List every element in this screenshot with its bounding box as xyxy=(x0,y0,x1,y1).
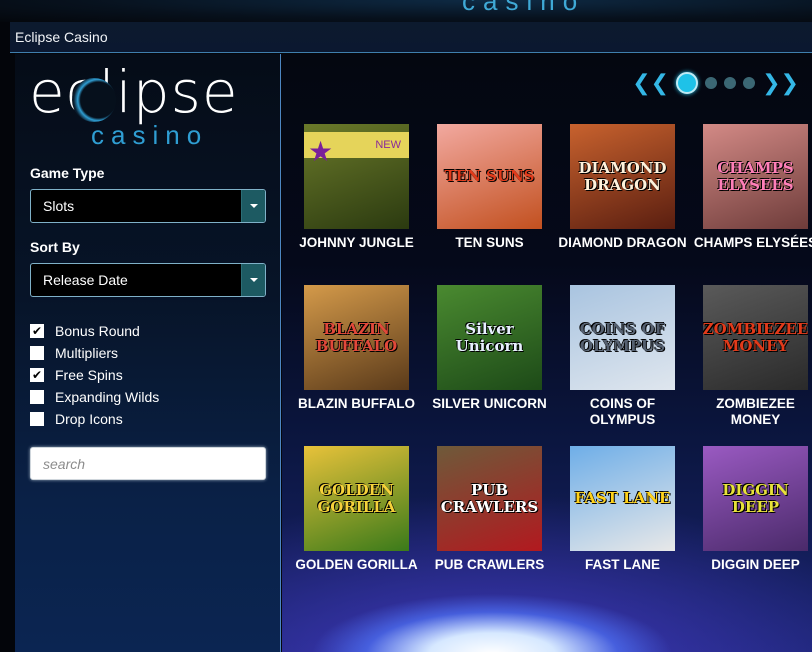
eclipse-casino-logo: eclipse casino xyxy=(29,58,269,154)
game-thumbnail[interactable]: PUB CRAWLERS xyxy=(437,446,542,551)
game-thumbnail[interactable]: GOLDEN GORILLA xyxy=(304,446,409,551)
game-thumbnail[interactable]: TEN SUNS xyxy=(437,124,542,229)
game-tile[interactable]: PUB CRAWLERS PUB CRAWLERS xyxy=(423,446,556,607)
filter-bonus-round[interactable]: ✔ Bonus Round xyxy=(30,320,159,342)
filter-label: Free Spins xyxy=(55,367,123,383)
page-dot-3[interactable] xyxy=(724,77,737,89)
sort-by-select[interactable]: Release Date xyxy=(30,263,266,297)
game-art-title: Silver Unicorn xyxy=(455,319,524,355)
game-name[interactable]: JOHNNY JUNGLE xyxy=(292,235,422,251)
caret-down-icon xyxy=(249,278,258,282)
game-art-title: GOLDEN GORILLA xyxy=(317,480,396,516)
game-name[interactable]: SILVER UNICORN xyxy=(425,396,555,412)
game-name[interactable]: DIAMOND DRAGON xyxy=(558,235,688,251)
chevron-left-icon[interactable]: ❮❮ xyxy=(632,72,669,94)
filter-expanding-wilds[interactable]: Expanding Wilds xyxy=(30,386,159,408)
filter-label: Drop Icons xyxy=(55,411,123,427)
game-art-title: PUB CRAWLERS xyxy=(440,480,539,516)
dropdown-arrow-button[interactable] xyxy=(241,264,265,296)
game-thumbnail[interactable]: FAST LANE xyxy=(570,446,675,551)
game-name[interactable]: FAST LANE xyxy=(558,557,688,573)
sidebar: eclipse casino Game Type Slots Sort By R… xyxy=(15,54,281,652)
game-thumbnail[interactable]: DIGGIN DEEP xyxy=(703,446,808,551)
top-strip: casino xyxy=(0,0,812,22)
game-art-title: TEN SUNS xyxy=(444,167,535,185)
filter-label: Expanding Wilds xyxy=(55,389,160,405)
game-art-title: DIAMOND DRAGON xyxy=(578,158,667,194)
search-input[interactable] xyxy=(30,447,266,480)
game-type-label: Game Type xyxy=(30,165,105,181)
sort-by-label: Sort By xyxy=(30,239,80,255)
feature-filters: ✔ Bonus Round Multipliers ✔ Free Spins E… xyxy=(30,320,159,430)
checkbox-checked[interactable]: ✔ xyxy=(30,324,44,338)
checkbox[interactable] xyxy=(30,390,44,404)
sort-by-value: Release Date xyxy=(43,272,128,288)
checkbox[interactable] xyxy=(30,346,44,360)
game-art-title: BLAZIN BUFFALO xyxy=(315,319,398,355)
caret-down-icon xyxy=(249,204,258,208)
game-art-title: CHAMPS ELYSEES xyxy=(717,158,794,194)
game-tile[interactable]: ZOMBIEZEE MONEY ZOMBIEZEE MONEY xyxy=(689,285,812,446)
game-name[interactable]: TEN SUNS xyxy=(425,235,555,251)
game-name[interactable]: GOLDEN GORILLA xyxy=(292,557,422,573)
game-name[interactable]: CHAMPS ELYSÉES xyxy=(691,235,812,251)
carousel-pager: ❮❮ ❯❯ xyxy=(632,72,799,94)
page-dot-1[interactable] xyxy=(676,72,699,94)
filter-multipliers[interactable]: Multipliers xyxy=(30,342,159,364)
game-thumbnail[interactable]: Silver Unicorn xyxy=(437,285,542,390)
game-tile[interactable]: COINS OF OLYMPUS COINS OF OLYMPUS xyxy=(556,285,689,446)
left-edge xyxy=(0,22,15,652)
game-thumbnail[interactable]: ZOMBIEZEE MONEY xyxy=(703,285,808,390)
game-tile[interactable]: ★ NEW JOHNNY JUNGLE xyxy=(290,124,423,285)
game-thumbnail[interactable]: BLAZIN BUFFALO xyxy=(304,285,409,390)
game-grid: ★ NEW JOHNNY JUNGLE TEN SUNS TEN SUNS DIAMOND… xyxy=(290,124,812,607)
checkbox[interactable] xyxy=(30,412,44,426)
game-name[interactable]: COINS OF OLYMPUS xyxy=(558,396,688,428)
game-tile[interactable]: Silver Unicorn SILVER UNICORN xyxy=(423,285,556,446)
game-thumbnail[interactable]: CHAMPS ELYSEES xyxy=(703,124,808,229)
game-art-title: COINS OF OLYMPUS xyxy=(579,319,666,355)
game-thumbnail[interactable]: COINS OF OLYMPUS xyxy=(570,285,675,390)
filter-label: Multipliers xyxy=(55,345,119,361)
game-name[interactable]: DIGGIN DEEP xyxy=(691,557,812,573)
badge-text: NEW xyxy=(375,138,401,151)
chevron-right-icon[interactable]: ❯❯ xyxy=(762,72,799,94)
logo-sub: casino xyxy=(91,120,209,150)
title-bar: Eclipse Casino xyxy=(10,22,812,53)
game-tile[interactable]: DIAMOND DRAGON DIAMOND DRAGON xyxy=(556,124,689,285)
game-thumbnail[interactable]: DIAMOND DRAGON xyxy=(570,124,675,229)
filter-free-spins[interactable]: ✔ Free Spins xyxy=(30,364,159,386)
game-tile[interactable]: CHAMPS ELYSEES CHAMPS ELYSÉES xyxy=(689,124,812,285)
game-tile[interactable]: GOLDEN GORILLA GOLDEN GORILLA xyxy=(290,446,423,607)
game-tile[interactable]: DIGGIN DEEP DIGGIN DEEP xyxy=(689,446,812,607)
game-tile[interactable]: FAST LANE FAST LANE xyxy=(556,446,689,607)
dropdown-arrow-button[interactable] xyxy=(241,190,265,222)
eclipse-moon-icon xyxy=(72,78,116,122)
filter-drop-icons[interactable]: Drop Icons xyxy=(30,408,159,430)
page-dot-4[interactable] xyxy=(743,77,756,89)
game-art-title: ZOMBIEZEE MONEY xyxy=(703,319,808,355)
new-badge: ★ NEW xyxy=(304,132,409,166)
logo-word: eclipse xyxy=(29,58,239,126)
game-name[interactable]: BLAZIN BUFFALO xyxy=(292,396,422,412)
page-dot-2[interactable] xyxy=(705,77,718,89)
checkbox-checked[interactable]: ✔ xyxy=(30,368,44,382)
game-name[interactable]: ZOMBIEZEE MONEY xyxy=(691,396,812,428)
game-type-select[interactable]: Slots xyxy=(30,189,266,223)
filter-label: Bonus Round xyxy=(55,323,140,339)
game-art-title: DIGGIN DEEP xyxy=(722,480,789,516)
game-tile[interactable]: BLAZIN BUFFALO BLAZIN BUFFALO xyxy=(290,285,423,446)
game-art-title: FAST LANE xyxy=(574,489,671,507)
star-icon: ★ xyxy=(308,136,334,167)
page-title: Eclipse Casino xyxy=(15,29,108,45)
game-name[interactable]: PUB CRAWLERS xyxy=(425,557,555,573)
game-lobby: ❮❮ ❯❯ ★ NEW JOHNNY JUNGLE TEN SUNS TEN SUNS D… xyxy=(282,54,812,652)
logo-peek: casino xyxy=(462,0,586,16)
game-tile[interactable]: TEN SUNS TEN SUNS xyxy=(423,124,556,285)
game-type-value: Slots xyxy=(43,198,75,214)
game-thumbnail[interactable]: ★ NEW xyxy=(304,124,409,229)
